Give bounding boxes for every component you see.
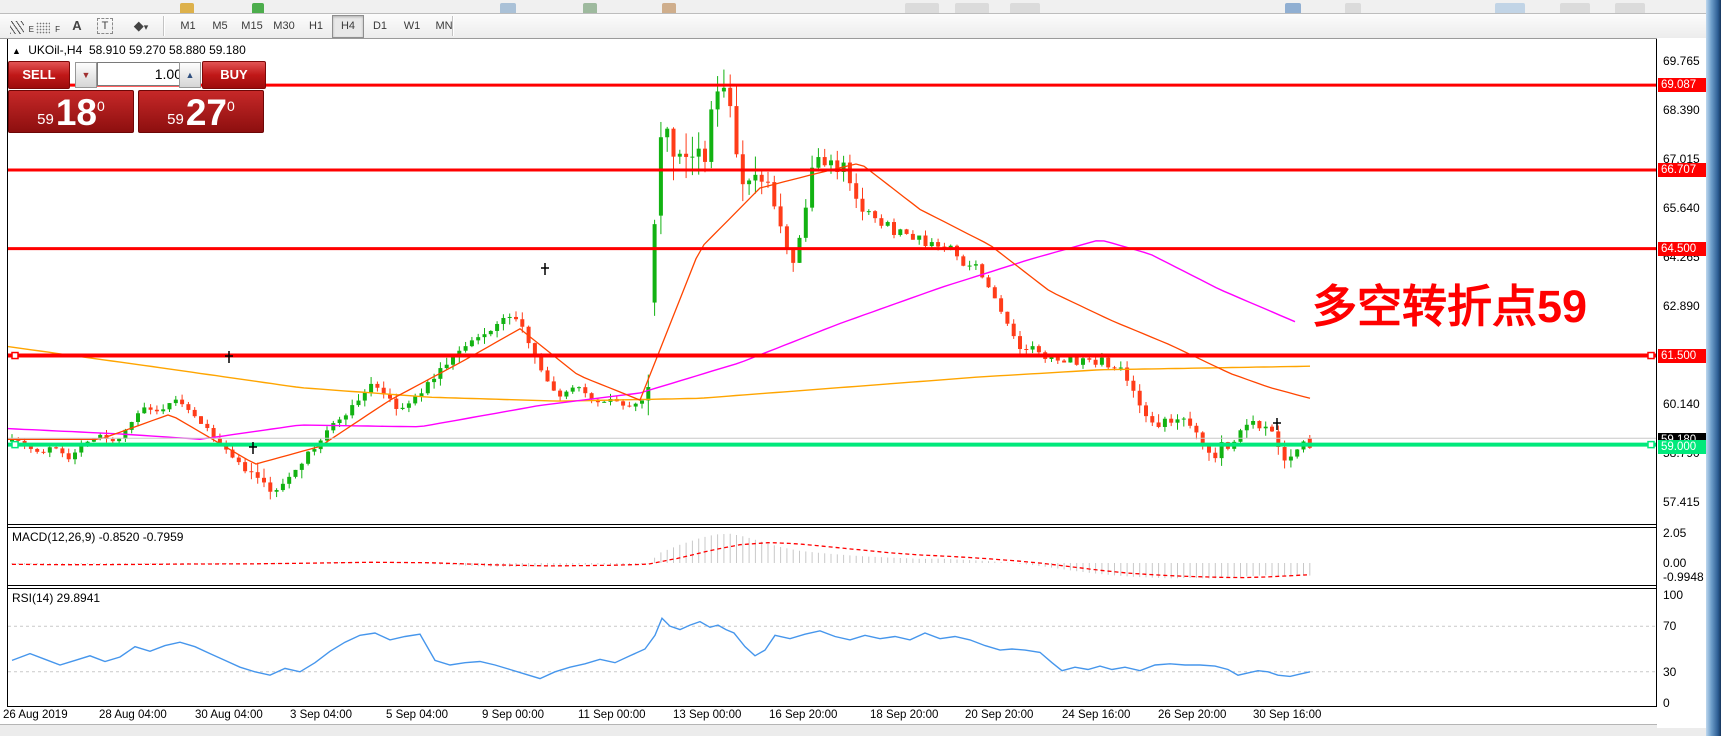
date-label: 13 Sep 00:00 <box>673 709 741 721</box>
sell-price-tile[interactable]: 59 18 0 <box>8 90 134 133</box>
rsi-axis-label: 100 <box>1663 588 1683 602</box>
macd-axis-label: 0.00 <box>1663 556 1686 570</box>
mid-ma <box>8 241 1295 439</box>
price-badge: 66.707 <box>1658 163 1707 177</box>
date-label: 28 Aug 04:00 <box>99 709 167 721</box>
symbol-name: UKOil-,H4 <box>28 43 82 57</box>
price-badge: 59.000 <box>1658 440 1707 454</box>
buy-price-sup: 0 <box>227 99 235 113</box>
price-tick-label: 65.640 <box>1663 201 1700 215</box>
date-label: 20 Sep 20:00 <box>965 709 1033 721</box>
date-label: 24 Sep 16:00 <box>1062 709 1130 721</box>
sell-price-sup: 0 <box>97 99 105 113</box>
price-axis: 69.76568.39067.01565.64064.26562.89060.1… <box>1657 38 1706 728</box>
window-right-edge <box>1706 0 1721 736</box>
buy-price-tile[interactable]: 59 27 0 <box>138 90 264 133</box>
date-label: 18 Sep 20:00 <box>870 709 938 721</box>
price-tick-label: 69.765 <box>1663 54 1700 68</box>
date-label: 5 Sep 04:00 <box>386 709 448 721</box>
chart-annotation-text[interactable]: 多空转折点59 <box>1312 270 1587 335</box>
date-label: 16 Sep 20:00 <box>769 709 837 721</box>
macd-axis-label: -0.9948 <box>1663 570 1704 584</box>
date-label: 9 Sep 00:00 <box>482 709 544 721</box>
macd-axis-label: 2.05 <box>1663 526 1686 540</box>
bottom-strip <box>0 724 1706 736</box>
collapse-triangle-icon[interactable]: ▲ <box>12 46 21 56</box>
buy-price-big: 27 <box>186 96 227 129</box>
symbol-ohlc: 58.910 59.270 58.880 59.180 <box>89 43 246 57</box>
date-label: 11 Sep 00:00 <box>578 709 646 721</box>
buy-button[interactable]: BUY <box>202 61 266 89</box>
date-axis: 26 Aug 2019 28 Aug 04:00 30 Aug 04:00 3 Sep… <box>0 707 1706 724</box>
sell-button[interactable]: SELL <box>8 61 70 89</box>
price-badge: 69.087 <box>1658 78 1707 92</box>
volume-input[interactable] <box>97 62 187 86</box>
price-badge: 61.500 <box>1658 349 1707 363</box>
date-label: 26 Aug 2019 <box>3 709 68 721</box>
macd-label: MACD(12,26,9) -0.8520 -0.7959 <box>12 530 183 544</box>
date-label: 30 Aug 04:00 <box>195 709 263 721</box>
sell-price-prefix: 59 <box>37 112 54 127</box>
rsi-axis-label: 70 <box>1663 619 1676 633</box>
rsi-axis-label: 30 <box>1663 665 1676 679</box>
volume-decrease-button[interactable]: ▼ <box>75 62 97 88</box>
date-label: 3 Sep 04:00 <box>290 709 352 721</box>
date-label: 26 Sep 20:00 <box>1158 709 1226 721</box>
price-badge: 64.500 <box>1658 242 1707 256</box>
symbol-header: ▲ UKOil-,H4 58.910 59.270 58.880 59.180 <box>12 43 246 57</box>
date-label: 30 Sep 16:00 <box>1253 709 1321 721</box>
mt4-window: E F A T ◆▾ M1M5M15M30H1H4D1W1MN ▲ UKOil-… <box>0 0 1721 736</box>
price-tick-label: 60.140 <box>1663 397 1700 411</box>
price-tick-label: 62.890 <box>1663 299 1700 313</box>
buy-price-prefix: 59 <box>167 112 184 127</box>
rsi-label: RSI(14) 29.8941 <box>12 591 100 605</box>
price-tick-label: 57.415 <box>1663 495 1700 509</box>
price-tick-label: 68.390 <box>1663 103 1700 117</box>
sell-price-big: 18 <box>56 96 97 129</box>
one-click-trade-panel: SELL ▼ ▲ BUY 59 18 0 59 27 0 <box>8 61 265 134</box>
volume-increase-button[interactable]: ▲ <box>179 62 201 88</box>
